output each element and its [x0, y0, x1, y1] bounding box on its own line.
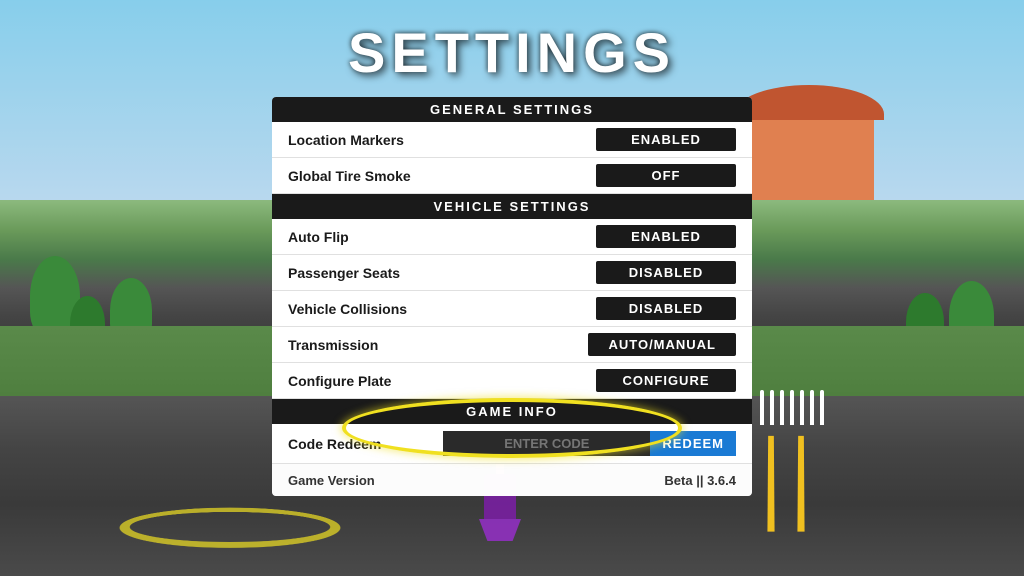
- location-markers-row: Location Markers ENABLED: [272, 122, 752, 158]
- game-version-value: Beta || 3.6.4: [664, 473, 736, 488]
- code-input[interactable]: [443, 431, 650, 456]
- vehicle-settings-header: VEHICLE SETTINGS: [272, 194, 752, 219]
- game-version-label: Game Version: [288, 473, 375, 488]
- global-tire-smoke-label: Global Tire Smoke: [288, 168, 411, 184]
- settings-panel: GENERAL SETTINGS Location Markers ENABLE…: [272, 97, 752, 496]
- global-tire-smoke-row: Global Tire Smoke OFF: [272, 158, 752, 194]
- global-tire-smoke-value[interactable]: OFF: [596, 164, 736, 187]
- game-version-row: Game Version Beta || 3.6.4: [272, 464, 752, 496]
- general-settings-header: GENERAL SETTINGS: [272, 97, 752, 122]
- road-line-1: [797, 436, 804, 532]
- passenger-seats-value[interactable]: DISABLED: [596, 261, 736, 284]
- auto-flip-label: Auto Flip: [288, 229, 349, 245]
- vehicle-collisions-label: Vehicle Collisions: [288, 301, 407, 317]
- auto-flip-value[interactable]: ENABLED: [596, 225, 736, 248]
- game-info-header: GAME INFO: [272, 399, 752, 424]
- vehicle-collisions-value[interactable]: DISABLED: [596, 297, 736, 320]
- configure-plate-value[interactable]: CONFIGURE: [596, 369, 736, 392]
- code-input-wrapper: REDEEM: [443, 431, 736, 456]
- passenger-seats-row: Passenger Seats DISABLED: [272, 255, 752, 291]
- settings-container: SETTINGS GENERAL SETTINGS Location Marke…: [252, 0, 772, 496]
- redeem-button[interactable]: REDEEM: [650, 431, 736, 456]
- transmission-value[interactable]: AUTO/MANUAL: [588, 333, 736, 356]
- code-redeem-row: Code Redeem REDEEM: [272, 424, 752, 464]
- code-redeem-label: Code Redeem: [288, 436, 381, 452]
- configure-plate-label: Configure Plate: [288, 373, 391, 389]
- auto-flip-row: Auto Flip ENABLED: [272, 219, 752, 255]
- fence: [824, 195, 924, 235]
- passenger-seats-label: Passenger Seats: [288, 265, 400, 281]
- vehicle-collisions-row: Vehicle Collisions DISABLED: [272, 291, 752, 327]
- location-markers-label: Location Markers: [288, 132, 404, 148]
- location-markers-value[interactable]: ENABLED: [596, 128, 736, 151]
- transmission-label: Transmission: [288, 337, 378, 353]
- page-title: SETTINGS: [348, 20, 676, 85]
- transmission-row: Transmission AUTO/MANUAL: [272, 327, 752, 363]
- configure-plate-row: Configure Plate CONFIGURE: [272, 363, 752, 399]
